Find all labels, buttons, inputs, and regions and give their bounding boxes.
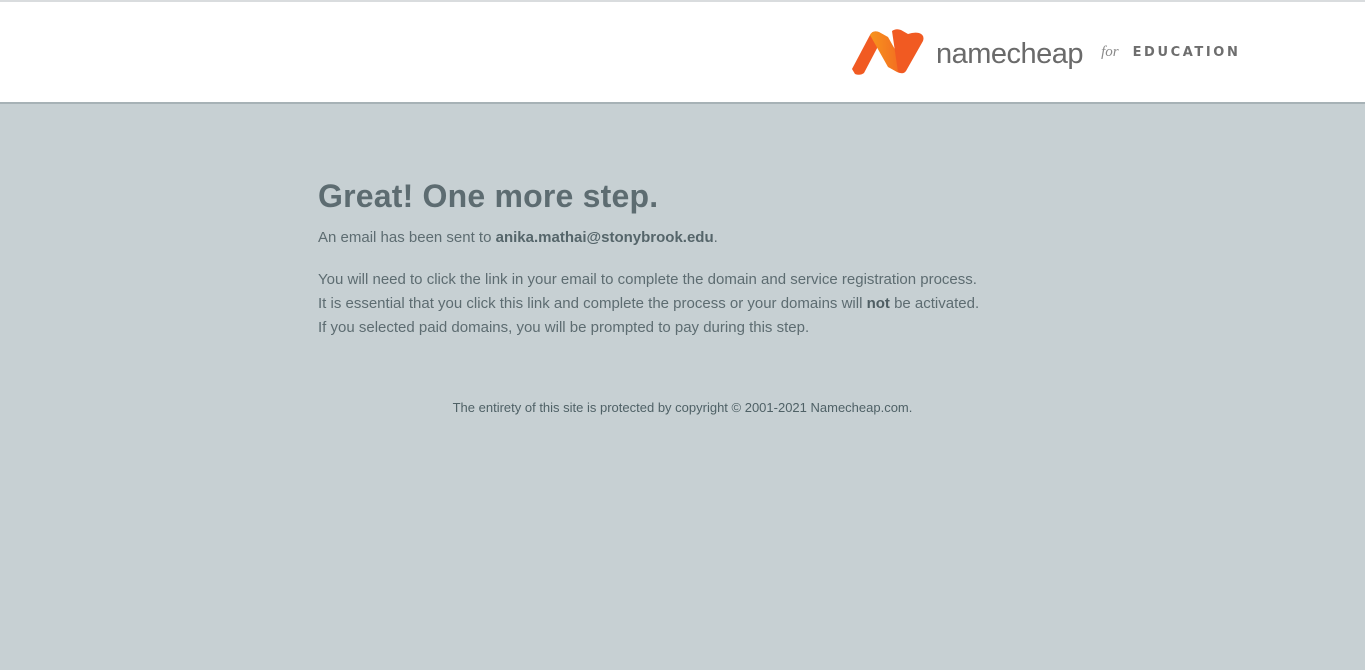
- brand-logo-link[interactable]: namecheap for EDUCATION: [848, 28, 1240, 76]
- page-title: Great! One more step.: [318, 178, 659, 214]
- site-header: namecheap for EDUCATION: [0, 2, 1365, 104]
- main-content: Great! One more step. An email has been …: [318, 176, 1078, 340]
- instruction-line-1: You will need to click the link in your …: [318, 271, 977, 288]
- instruction-line-2-prefix: It is essential that you click this link…: [318, 295, 867, 312]
- instructions-paragraph: You will need to click the link in your …: [318, 268, 1078, 340]
- instruction-line-2-suffix: be activated.: [889, 295, 980, 312]
- email-address: anika.mathai@stonybrook.edu: [495, 229, 714, 246]
- brand-for-label: for: [1101, 43, 1119, 60]
- brand-name: namecheap: [936, 37, 1084, 70]
- email-sent-message: An email has been sent to anika.mathai@s…: [318, 228, 1078, 248]
- email-sent-suffix: .: [713, 229, 718, 246]
- namecheap-logo-icon: [852, 29, 924, 75]
- instruction-line-3: If you selected paid domains, you will b…: [318, 319, 810, 336]
- email-sent-prefix: An email has been sent to: [318, 229, 496, 246]
- copyright-footer: The entirety of this site is protected b…: [452, 400, 913, 415]
- instruction-line-2-emphasis: not: [866, 295, 890, 312]
- brand-education-label: EDUCATION: [1132, 44, 1241, 60]
